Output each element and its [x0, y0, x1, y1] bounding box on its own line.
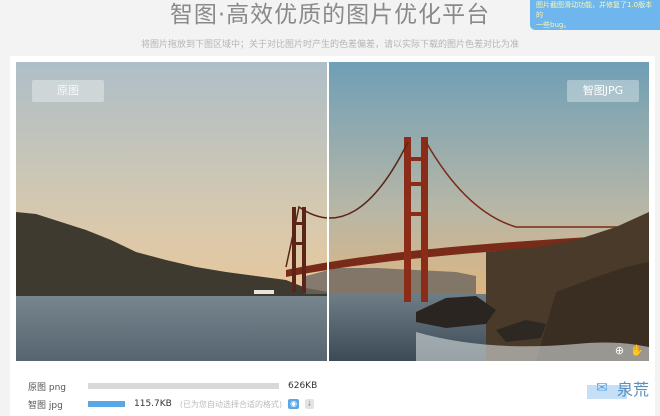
optimized-size-fill	[88, 401, 125, 407]
hand-icon[interactable]: ✋	[630, 344, 644, 357]
notice-line-1: 图片截图滑动功能，并修复了1.0版本的	[536, 1, 653, 19]
golden-gate-photo	[16, 62, 649, 361]
original-size-fill	[88, 383, 279, 389]
original-image-label: 原图	[32, 80, 104, 102]
optimized-file-size: 115.7KB	[134, 399, 172, 409]
watermark: ✉ 泉荒	[569, 375, 649, 401]
optimized-size-bar	[88, 401, 125, 407]
original-file-size: 626KB	[288, 381, 318, 391]
image-compare-area[interactable]: 原图 智图JPG ⊕ ✋	[16, 62, 649, 361]
original-file-label: 原图 png	[28, 382, 66, 393]
preview-eye-icon[interactable]: ◉	[288, 399, 300, 409]
auto-format-note: (已为您自动选择合适的格式)	[179, 399, 283, 409]
optimized-file-row: 智图 jpg 115.7KB (已为您自动选择合适的格式) ◉ ↓	[28, 397, 315, 411]
zoom-in-icon[interactable]: ⊕	[613, 344, 626, 357]
download-icon[interactable]: ↓	[305, 399, 315, 409]
original-file-row: 原图 png 626KB	[28, 379, 317, 393]
optimized-image-label: 智图JPG	[567, 80, 639, 102]
compare-tools: ⊕ ✋	[613, 344, 644, 357]
original-size-bar	[88, 383, 279, 389]
comparison-card: 原图 智图JPG ⊕ ✋ 原图 png 626KB 智图 jpg 115.7KB…	[10, 56, 655, 416]
page-subtitle: 将图片拖放到下图区域中；关于对比图片时产生的色差偏差，请以实际下载的图片色差对比…	[140, 40, 519, 50]
update-notice: 图片截图滑动功能，并修复了1.0版本的 一些bug。	[530, 0, 660, 30]
notice-line-2: 一些bug。	[536, 21, 571, 29]
wechat-icon: ✉	[596, 380, 608, 396]
optimized-file-label: 智图 jpg	[28, 400, 63, 411]
watermark-name: 泉荒	[616, 380, 649, 399]
